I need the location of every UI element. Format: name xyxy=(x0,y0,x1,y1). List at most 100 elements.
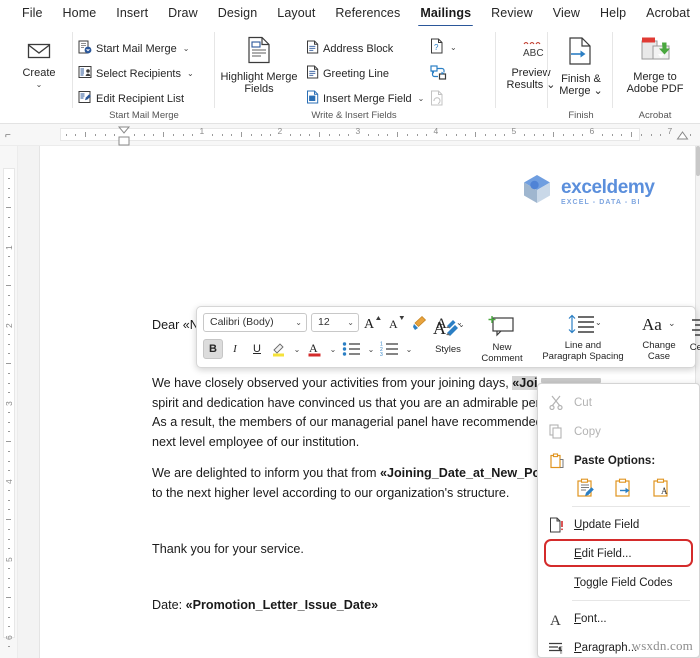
context-menu-item-font[interactable]: A Font... xyxy=(538,604,699,633)
grow-font-button[interactable]: A xyxy=(363,312,383,332)
horizontal-ruler[interactable]: ⌐ 1 2 3 4 5 6 7 xyxy=(0,124,700,146)
ruler-tick xyxy=(133,134,135,136)
chevron-down-icon[interactable]: ⌄ xyxy=(347,318,354,327)
preview-results-label-2: Results xyxy=(506,78,544,91)
create-button[interactable]: Create ⌄ xyxy=(8,42,70,88)
font-color-dropdown[interactable]: ⌄ xyxy=(327,339,339,359)
shrink-font-button[interactable]: A xyxy=(387,312,407,332)
merge-formatting-icon[interactable] xyxy=(612,477,634,499)
group-label-finish: Finish xyxy=(568,110,594,121)
font-name-combo[interactable]: Calibri (Body) ⌄ xyxy=(203,312,307,332)
bullets-dropdown[interactable]: ⌄ xyxy=(365,339,377,359)
chevron-down-icon[interactable]: ⌄ xyxy=(418,94,425,103)
select-recipients-button[interactable]: Select Recipients ⌄ xyxy=(78,65,194,82)
merge-field-joining[interactable]: «Joi xyxy=(512,376,538,390)
ruler-tick xyxy=(523,134,525,136)
paragraph1-line2: spirit and dedication have convinced us … xyxy=(152,395,540,410)
center-button[interactable]: Center xyxy=(683,317,700,354)
font-color-button[interactable]: A xyxy=(305,339,325,359)
underline-button[interactable]: U xyxy=(247,339,267,359)
mini-formatting-toolbar[interactable]: Calibri (Body) ⌄ 12 ⌄ A A A ⌄ B I U ⌄ A … xyxy=(196,306,700,368)
numbering-button[interactable]: 123 xyxy=(379,339,401,359)
finish-and-merge-button[interactable]: Finish & Merge ⌄ xyxy=(551,36,611,97)
line-paragraph-spacing-button[interactable]: ⌄ Line and Paragraph Spacing xyxy=(531,313,635,362)
chevron-down-icon[interactable]: ⌄ xyxy=(187,69,194,78)
ruler-tick xyxy=(660,134,662,136)
keep-text-only-icon[interactable]: A xyxy=(650,477,672,499)
tab-mailings[interactable]: Mailings xyxy=(410,3,481,27)
merge-to-adobe-pdf-label-2: Adobe PDF xyxy=(626,82,684,95)
merge-field-joining-date-new-position[interactable]: «Joining_Date_at_New_Positi xyxy=(380,466,558,480)
chevron-down-icon[interactable]: ⌄ xyxy=(183,44,190,53)
bold-button[interactable]: B xyxy=(203,339,223,359)
tab-home[interactable]: Home xyxy=(53,3,107,23)
vertical-ruler-tick xyxy=(8,616,10,618)
bullets-button[interactable] xyxy=(341,339,363,359)
vertical-ruler-number: 5 xyxy=(4,557,14,562)
rules-button[interactable]: ? ⌄ xyxy=(430,38,457,57)
start-mail-merge-button[interactable]: Start Mail Merge ⌄ xyxy=(78,40,189,57)
edit-recipient-list-button[interactable]: Edit Recipient List xyxy=(78,90,184,107)
context-menu-separator-1 xyxy=(572,506,690,507)
ruler-tick xyxy=(475,132,476,137)
change-case-icon: Aa ⌄ xyxy=(641,313,677,340)
italic-button[interactable]: I xyxy=(225,339,245,359)
numbering-dropdown[interactable]: ⌄ xyxy=(403,339,415,359)
ruler-number: 6 xyxy=(589,126,595,136)
vertical-ruler[interactable]: 1 2 3 4 5 6 xyxy=(0,146,18,658)
font-size-combo[interactable]: 12 ⌄ xyxy=(311,312,359,332)
chevron-down-icon[interactable]: ⌄ xyxy=(36,80,43,88)
tab-acrobat[interactable]: Acrobat xyxy=(636,3,700,23)
tab-insert[interactable]: Insert xyxy=(106,3,158,23)
greeting-line-button[interactable]: Greeting Line xyxy=(306,65,389,82)
context-menu-item-copy[interactable]: Copy xyxy=(538,417,699,446)
update-labels-button[interactable] xyxy=(430,90,444,109)
address-block-button[interactable]: Address Block xyxy=(306,40,393,57)
ruler-tick xyxy=(426,134,428,136)
tab-design[interactable]: Design xyxy=(208,3,268,23)
context-menu-item-cut[interactable]: Cut xyxy=(538,388,699,417)
group-label-write-insert-fields: Write & Insert Fields xyxy=(311,110,397,121)
match-fields-button[interactable] xyxy=(430,65,447,84)
paragraph-label: Paragraph... xyxy=(574,641,638,654)
change-case-button[interactable]: Aa ⌄ Change Case xyxy=(634,313,684,362)
new-comment-button[interactable]: New Comment xyxy=(474,313,530,364)
tab-file[interactable]: File xyxy=(12,3,53,23)
chevron-down-icon[interactable]: ⌄ xyxy=(594,85,603,97)
exceldemy-cube-icon xyxy=(520,172,554,211)
keep-source-formatting-icon[interactable] xyxy=(574,477,596,499)
highlight-color-button[interactable] xyxy=(269,339,289,359)
tab-references[interactable]: References xyxy=(325,3,410,23)
tab-draw[interactable]: Draw xyxy=(158,3,208,23)
context-menu-item-update-field[interactable]: UUpdate Fieldpdate Field xyxy=(538,510,699,539)
logo-tagline: EXCEL - DATA - BI xyxy=(561,198,641,206)
chevron-down-icon[interactable]: ⌄ xyxy=(295,318,302,327)
tab-review[interactable]: Review xyxy=(481,3,543,23)
highlight-merge-fields-label-1: Highlight Merge Fields xyxy=(220,71,298,95)
highlight-color-dropdown[interactable]: ⌄ xyxy=(291,339,303,359)
merge-field-promotion-letter-issue-date[interactable]: «Promotion_Letter_Issue_Date» xyxy=(186,598,378,612)
tab-stop-icon[interactable]: ⌐ xyxy=(5,130,11,141)
scissors-icon xyxy=(548,395,564,410)
context-menu[interactable]: Cut Copy Paste Options: A Update Field E… xyxy=(537,383,700,658)
ribbon-divider-5 xyxy=(612,32,613,108)
right-indent-marker[interactable] xyxy=(676,129,689,141)
edit-recipient-list-label: Edit Recipient List xyxy=(96,92,185,105)
ruler-tick xyxy=(416,134,418,136)
merge-to-adobe-pdf-button[interactable]: Merge to Adobe PDF xyxy=(616,34,694,95)
ruler-tick xyxy=(650,134,652,136)
highlight-merge-fields-button[interactable]: Highlight Merge Fields xyxy=(218,36,300,95)
tab-layout[interactable]: Layout xyxy=(267,3,325,23)
chevron-down-icon[interactable]: ⌄ xyxy=(450,43,457,52)
vertical-ruler-tick xyxy=(8,626,10,628)
context-menu-item-edit-field[interactable]: Edit Field... xyxy=(538,539,699,568)
ribbon-group-write-insert-fields: Highlight Merge Fields Address Block Gre… xyxy=(218,28,490,122)
tab-view[interactable]: View xyxy=(543,3,590,23)
tab-help[interactable]: Help xyxy=(590,3,636,23)
vertical-scrollbar-thumb[interactable] xyxy=(696,146,700,176)
styles-button[interactable]: A ⌄ Styles xyxy=(425,317,471,356)
ruler-tick xyxy=(553,132,554,137)
vertical-ruler-tick xyxy=(8,567,10,569)
context-menu-item-toggle-field-codes[interactable]: Toggle Field Codes xyxy=(538,568,699,597)
insert-merge-field-button[interactable]: Insert Merge Field ⌄ xyxy=(306,90,424,107)
